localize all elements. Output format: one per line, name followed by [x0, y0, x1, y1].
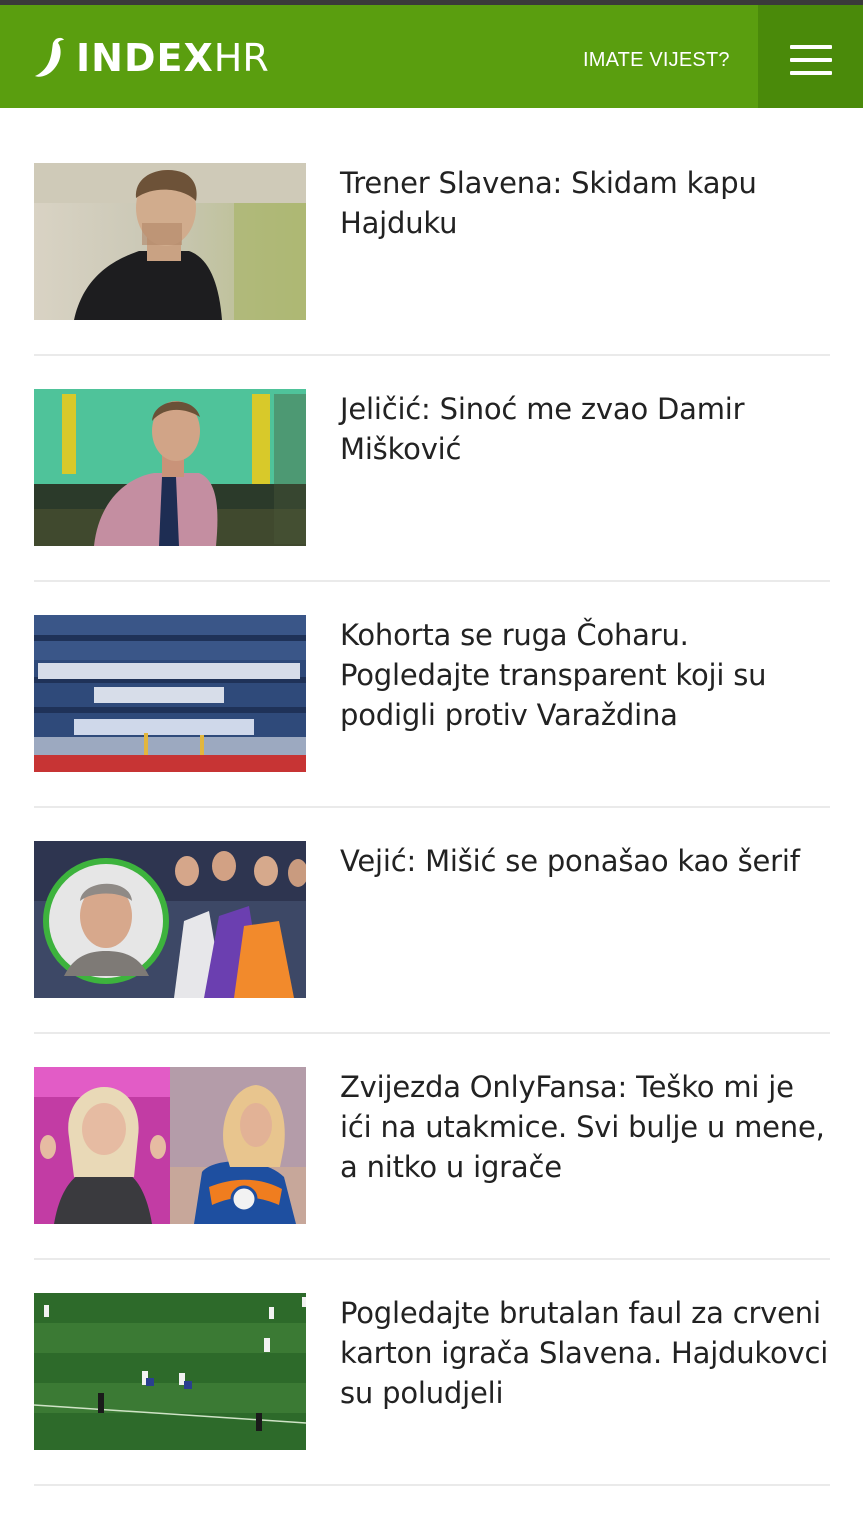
article-thumbnail[interactable] — [34, 615, 306, 772]
stadium-banner-image — [34, 615, 306, 772]
site-header: INDEX HR IMATE VIJEST? — [0, 5, 863, 108]
divider — [34, 806, 830, 808]
football-pitch-image — [34, 1293, 306, 1450]
article-item[interactable]: Pogledajte brutalan faul za crveni karto… — [34, 1293, 830, 1519]
article-title[interactable]: Kohorta se ruga Čoharu. Pogledajte trans… — [340, 615, 832, 735]
article-title[interactable]: Pogledajte brutalan faul za crveni karto… — [340, 1293, 832, 1413]
divider — [34, 580, 830, 582]
article-thumbnail[interactable] — [34, 1067, 306, 1224]
article-title[interactable]: Zvijezda OnlyFansa: Teško mi je ići na u… — [340, 1067, 832, 1187]
article-title[interactable]: Vejić: Mišić se ponašao kao šerif — [340, 841, 832, 881]
logo-text: INDEX — [76, 36, 214, 80]
article-item[interactable]: Jeličić: Sinoć me zvao Damir Mišković — [34, 389, 830, 615]
divider — [34, 1032, 830, 1034]
divider — [34, 1484, 830, 1486]
hamburger-menu-button[interactable] — [758, 5, 863, 108]
article-thumbnail[interactable] — [34, 389, 306, 546]
article-thumbnail[interactable] — [34, 1293, 306, 1450]
divider — [34, 354, 830, 356]
article-title[interactable]: Jeličić: Sinoć me zvao Damir Mišković — [340, 389, 832, 469]
article-item[interactable]: Trener Slavena: Skidam kapu Hajduku — [34, 163, 830, 389]
man-in-suit-image — [34, 389, 306, 546]
article-thumbnail[interactable] — [34, 163, 306, 320]
site-logo[interactable]: INDEX HR — [34, 35, 269, 81]
influencer-collage-image — [34, 1067, 306, 1224]
article-item[interactable]: Zvijezda OnlyFansa: Teško mi je ići na u… — [34, 1067, 830, 1293]
logo-suffix: HR — [213, 36, 269, 80]
article-title[interactable]: Trener Slavena: Skidam kapu Hajduku — [340, 163, 832, 243]
article-thumbnail[interactable] — [34, 841, 306, 998]
article-item[interactable]: Vejić: Mišić se ponašao kao šerif — [34, 841, 830, 1067]
divider — [34, 1258, 830, 1260]
submit-news-link[interactable]: IMATE VIJEST? — [583, 49, 730, 72]
players-scuffle-image — [34, 841, 306, 998]
pepper-logo-icon — [35, 37, 64, 77]
hamburger-menu-icon — [790, 45, 832, 49]
article-list: Trener Slavena: Skidam kapu Hajduku Jeli… — [34, 163, 830, 1519]
coach-portrait-image — [34, 163, 306, 320]
article-item[interactable]: Kohorta se ruga Čoharu. Pogledajte trans… — [34, 615, 830, 841]
